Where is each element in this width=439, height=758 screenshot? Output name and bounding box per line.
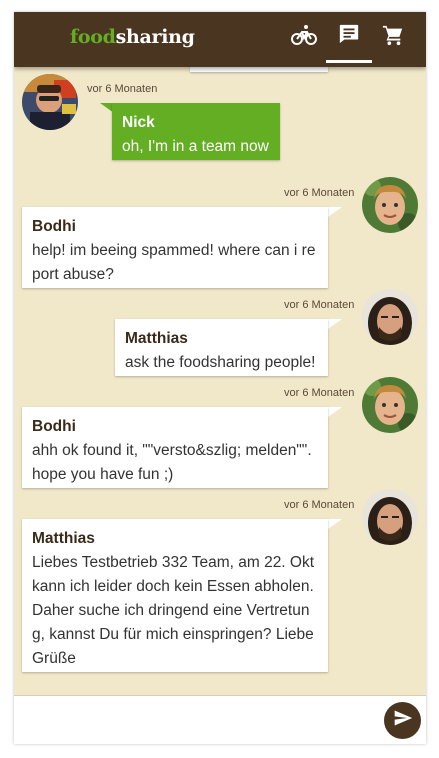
message-timestamp: vor 6 Monaten: [284, 387, 355, 399]
message-text: ask the foodsharing people!: [125, 354, 316, 371]
message-author: Matthias: [32, 530, 95, 547]
avatar-bodhi[interactable]: [362, 377, 418, 433]
bubble-tail: [328, 207, 342, 217]
send-button[interactable]: [384, 702, 421, 739]
message-bubble-bodhi: Bodhi help! im beeing spammed! where can…: [22, 207, 328, 288]
conversation-feed[interactable]: vor 6 Monaten Nick oh, I'm in a team now…: [14, 12, 426, 695]
bubble-tail: [328, 407, 342, 417]
chat-app: vor 6 Monaten Nick oh, I'm in a team now…: [14, 12, 426, 744]
nav-messages-button[interactable]: [326, 12, 372, 63]
message-author: Matthias: [125, 330, 188, 347]
foodsharing-logo[interactable]: foodsharing: [70, 26, 195, 48]
message-composer: [14, 695, 426, 744]
bubble-tail: [328, 319, 342, 329]
nav-basket-button[interactable]: [370, 12, 416, 62]
message-timestamp: vor 6 Monaten: [284, 499, 355, 511]
avatar-matthias[interactable]: [362, 489, 418, 545]
logo-sharing: sharing: [115, 26, 195, 48]
message-bubble-matthias: Matthias Liebes Testbetrieb 332 Team, am…: [22, 519, 328, 672]
message-bubble-matthias: Matthias ask the foodsharing people!: [115, 319, 328, 376]
message-timestamp: vor 6 Monaten: [284, 299, 355, 311]
message-bubble-bodhi: Bodhi ahh ok found it, ""versto&szlig; m…: [22, 407, 328, 488]
logo-food: food: [70, 26, 116, 48]
avatar-bodhi[interactable]: [362, 177, 418, 233]
basket-icon: [382, 24, 404, 51]
avatar-nick[interactable]: [22, 74, 78, 130]
message-author: Bodhi: [32, 418, 76, 435]
nav-pickups-button[interactable]: [281, 12, 327, 62]
send-icon: [393, 708, 413, 733]
chat-icon: [338, 23, 360, 50]
message-input[interactable]: [22, 702, 374, 738]
message-author: Nick: [122, 114, 155, 131]
top-app-bar: foodsharing: [14, 12, 426, 67]
avatar-matthias[interactable]: [362, 289, 418, 345]
message-author: Bodhi: [32, 218, 76, 235]
message-timestamp: vor 6 Monaten: [87, 83, 158, 95]
message-text: oh, I'm in a team now: [122, 138, 269, 155]
bicycle-icon: [291, 24, 317, 51]
message-bubble-nick: Nick oh, I'm in a team now: [112, 103, 280, 160]
message-timestamp: vor 6 Monaten: [284, 187, 355, 199]
message-text: ahh ok found it, ""versto&szlig; melden"…: [32, 442, 312, 483]
message-text: help! im beeing spammed! where can i re …: [32, 242, 316, 283]
bubble-tail: [328, 519, 342, 529]
message-text: Liebes Testbetrieb 332 Team, am 22. Okt …: [32, 554, 315, 667]
